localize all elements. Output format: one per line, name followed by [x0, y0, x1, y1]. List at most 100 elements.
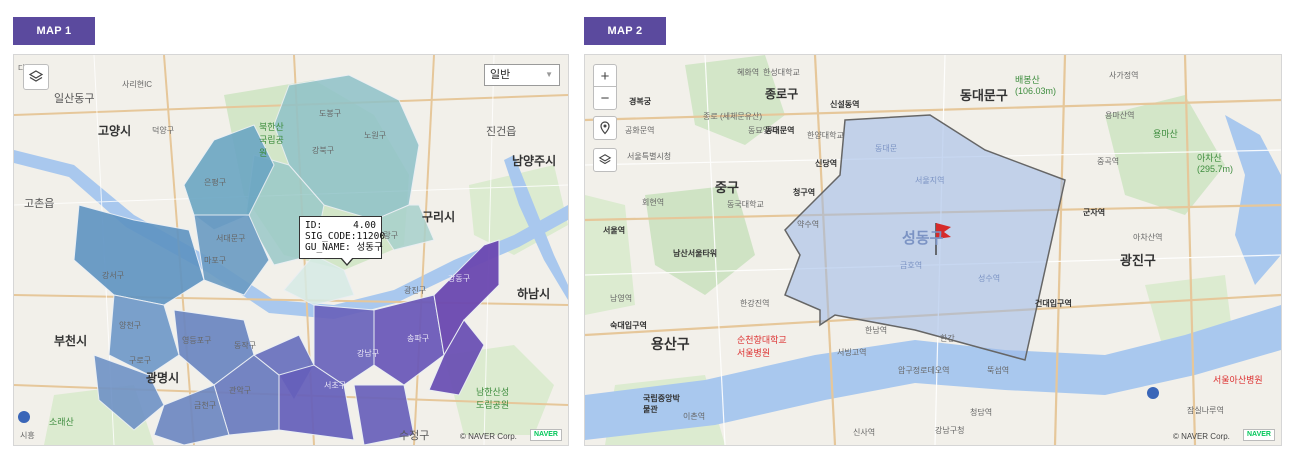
map2-label: 공화문역 [625, 126, 655, 135]
map1-label: 소래산 [49, 417, 74, 427]
map2-label: 용산구 [651, 336, 690, 352]
map1-label: 서대문구 [216, 234, 246, 243]
map1-label: 강남구 [357, 349, 380, 358]
map1-label: 노원구 [364, 131, 387, 140]
map2-label: 잠실나루역 [1187, 406, 1224, 415]
map2-copyright: © NAVER Corp. [1173, 432, 1230, 441]
map1-naver-logo[interactable]: NAVER [530, 429, 562, 441]
map1-label: 서초구 [324, 381, 347, 390]
map2-label: 남영역 [610, 294, 633, 303]
map2-label: 동대문구 [960, 88, 1008, 103]
map1-container[interactable]: 다리 일산동구 사리현IC 고양시 덕양구 북한산 국립공원 도봉구 노원구 진… [13, 54, 569, 446]
map2-label: 한남역 [865, 326, 888, 335]
map1-label: 덕양구 [152, 126, 175, 135]
map2-label: 아차산역 [1133, 233, 1163, 242]
tooltip-sig-label: SIG_CODE: [305, 231, 357, 242]
map1-label: 진건읍 [486, 126, 517, 138]
district-tooltip: ID: 4.00 SIG_CODE:11200 GU_NAME: 성동구 [299, 216, 385, 266]
map1-label: 시흥 [20, 431, 35, 440]
map2-label: 청구역 [793, 188, 816, 197]
map2-label: 신설동역 [830, 100, 860, 109]
map2-label: 중곡역 [1097, 157, 1120, 166]
map1-label: 강동구 [448, 274, 471, 283]
map1-label: 은평구 [204, 178, 227, 187]
map1-label: 구리시 [422, 210, 456, 224]
map1-label: 남한산성 도립공원 [476, 387, 510, 410]
map2-label: 아차산 (295.7m) [1197, 153, 1234, 174]
map1-label: 강서구 [102, 271, 125, 280]
map2-label: 숙대입구역 [610, 321, 647, 330]
map2-label: 광진구 [1120, 253, 1156, 268]
map1-label: 금천구 [194, 401, 217, 410]
map2-label: 한강진역 [740, 299, 770, 308]
map1-label: 도봉구 [319, 109, 342, 118]
map1-label: 일산동구 [54, 93, 95, 105]
zoom-in-icon: + [600, 67, 610, 85]
map1-label: 영등포구 [182, 336, 212, 345]
map-type-select[interactable]: 일반 ▼ [484, 64, 560, 86]
map1-label: 구로구 [129, 356, 152, 365]
map2-label: 남산서울타워 [673, 249, 718, 258]
map2-label: 혜화역 [737, 68, 760, 77]
map2-label: 서울역 [603, 226, 626, 235]
zoom-in-button[interactable]: + [593, 64, 617, 88]
tooltip-gu-label: GU_NAME: [305, 242, 351, 253]
map2-label: 청담역 [970, 408, 993, 417]
map1-tag: MAP 1 [13, 17, 95, 45]
map2-label: 금호역 [900, 261, 923, 270]
map1-label: 남양주시 [512, 154, 557, 168]
map1-label: 마포구 [204, 256, 227, 265]
map2-label: 성동구 [902, 230, 944, 247]
map2-label: 동대문역 [765, 126, 795, 135]
map2-layers-button[interactable] [593, 148, 617, 172]
layers-icon [598, 154, 612, 165]
tooltip-tail [340, 257, 354, 266]
map2-label: 경복궁 [629, 97, 652, 106]
map2-label: 서빙고역 [837, 348, 867, 357]
zoom-out-icon: − [600, 89, 610, 107]
map1-label: 수정구 [399, 430, 430, 442]
map2-label: 동국대학교 [727, 200, 764, 209]
map2-label: 한양대학교 [807, 131, 844, 140]
map1-label: 강북구 [312, 146, 335, 155]
map1-label: 북한산 국립공원 [259, 122, 284, 158]
tooltip-id-value: 4.00 [353, 220, 376, 231]
layers-icon [28, 70, 44, 82]
map2-label: 중구 [715, 180, 739, 195]
map2-label: 한성대학교 [763, 68, 800, 77]
map2-label: 한강 [940, 334, 955, 343]
my-location-button[interactable] [593, 116, 617, 140]
map1-label: 양천구 [119, 321, 142, 330]
map2-label: 배봉산 (106.03m) [1015, 75, 1057, 96]
map1-label: 고양시 [98, 124, 132, 138]
map2-container[interactable]: + − 동대문구 배봉산 (106.03m) 경복궁 혜화역 한성대학교 종로 … [584, 54, 1282, 446]
zoom-out-button[interactable]: − [593, 86, 617, 110]
map2-label: 용마산 [1153, 129, 1178, 139]
map1-label: 동작구 [234, 341, 257, 350]
map2-label: 용마산역 [1105, 111, 1135, 120]
location-pin-icon [600, 121, 610, 135]
map1-layers-button[interactable] [23, 64, 49, 90]
map1-label: 하남시 [517, 287, 551, 301]
map1-label: 관악구 [229, 386, 252, 395]
map1-label: 부천시 [54, 334, 88, 348]
map2-label: 서울아산병원 [1213, 375, 1263, 385]
map2-label: 종로구 [765, 87, 799, 101]
map2-label: 서울특별시청 [627, 152, 672, 161]
map2-label: 회현역 [642, 198, 665, 207]
map2-label: 군자역 [1083, 208, 1106, 217]
map2-naver-logo[interactable]: NAVER [1243, 429, 1275, 441]
map2-label: 압구정로데오역 [898, 366, 950, 375]
map2-label: 성수역 [978, 274, 1001, 283]
tooltip-gu-value: 성동구 [356, 242, 383, 253]
map2-label: 약수역 [797, 220, 820, 229]
map2-label: 사가정역 [1109, 71, 1139, 80]
map2-label: 건대입구역 [1035, 299, 1072, 308]
chevron-down-icon: ▼ [545, 70, 553, 79]
map1-copyright: © NAVER Corp. [460, 432, 517, 441]
map1-label: 고촌읍 [24, 198, 55, 210]
map2-label: 뚝섬역 [987, 366, 1010, 375]
map2-label: 동대문 [875, 144, 898, 153]
map1-label: 사리현IC [122, 80, 153, 89]
map1-label: 광진구 [404, 286, 427, 295]
